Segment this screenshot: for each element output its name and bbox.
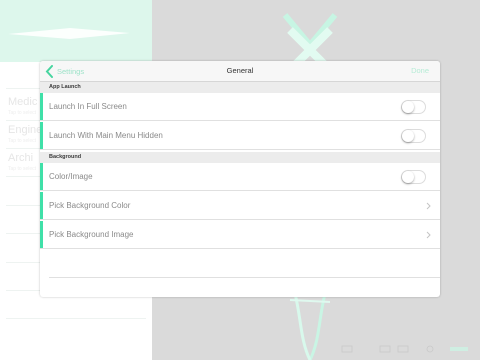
row-launch-full-screen[interactable]: Launch In Full Screen: [40, 93, 440, 121]
chevron-right-icon: [426, 231, 431, 239]
background-sidebar-item-1: Medic: [8, 96, 38, 108]
background-sidebar-item-3: Archi: [8, 152, 34, 164]
toggle-knob: [402, 101, 414, 113]
back-button-label: Settings: [57, 67, 85, 76]
background-sidebar-item-2-sub: Tap to select: [8, 138, 37, 144]
color-image-toggle[interactable]: [401, 170, 426, 184]
row-pick-background-color[interactable]: Pick Background Color: [40, 192, 440, 220]
row-accent: [40, 93, 43, 120]
chevron-left-icon: [45, 65, 53, 78]
row-label: Color/Image: [49, 172, 93, 181]
row-label: Launch In Full Screen: [49, 102, 127, 111]
toggle-knob: [402, 171, 414, 183]
empty-row: [49, 250, 440, 278]
row-accent: [40, 163, 43, 190]
row-launch-menu-hidden[interactable]: Launch With Main Menu Hidden: [40, 122, 440, 150]
background-sidebar-item-3-sub: Tap to select: [8, 166, 37, 172]
divider: [6, 318, 146, 319]
settings-modal: General Settings Done App Launch Launch …: [40, 61, 440, 297]
section-header-background: Background: [40, 152, 440, 163]
page-title: General: [226, 66, 254, 75]
logo-stroke-icon: [8, 28, 130, 39]
background-toolbar-icons: [341, 345, 468, 353]
row-accent: [40, 221, 43, 248]
background-sidebar-item-2: Engine: [8, 124, 43, 136]
row-pick-background-image[interactable]: Pick Background Image: [40, 221, 440, 249]
section-header-app-launch: App Launch: [40, 82, 440, 93]
row-label: Launch With Main Menu Hidden: [49, 131, 163, 140]
launch-menu-hidden-toggle[interactable]: [401, 129, 426, 143]
toggle-knob: [402, 130, 414, 142]
navigation-bar: General Settings Done: [40, 61, 440, 82]
launch-full-screen-toggle[interactable]: [401, 100, 426, 114]
row-label: Pick Background Image: [49, 230, 134, 239]
done-button[interactable]: Done: [411, 61, 429, 81]
row-label: Pick Background Color: [49, 201, 131, 210]
background-sidebar-item-1-sub: Tap to select: [8, 110, 37, 116]
background-sidebar-header: [0, 0, 152, 62]
back-button[interactable]: Settings: [45, 64, 84, 79]
row-accent: [40, 122, 43, 149]
row-color-image[interactable]: Color/Image: [40, 163, 440, 191]
chevron-right-icon: [426, 202, 431, 210]
row-accent: [40, 192, 43, 219]
